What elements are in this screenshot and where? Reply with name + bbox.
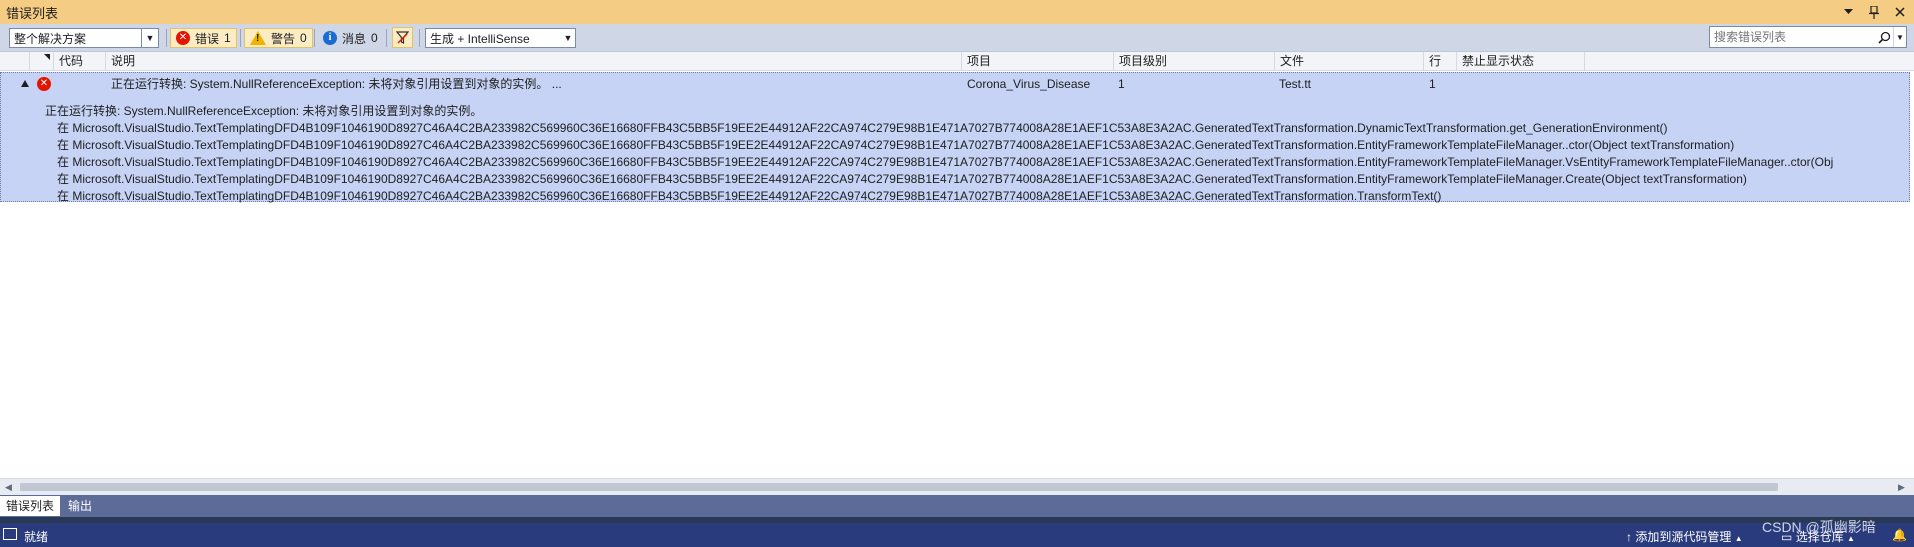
stack-trace-line: 在 Microsoft.VisualStudio.TextTemplatingD… xyxy=(57,172,1747,186)
messages-label: 消息 xyxy=(342,31,367,46)
add-to-source-control-button[interactable]: ↑ 添加到源代码管理 ▲ xyxy=(1626,528,1743,545)
toolbar-divider xyxy=(166,29,167,47)
watermark: CSDN @孤幽影暗 xyxy=(1762,519,1876,535)
column-header-file[interactable]: 文件 xyxy=(1275,52,1424,70)
error-detail: 正在运行转换: System.NullReferenceException: 未… xyxy=(45,103,1911,205)
column-header-suppression-state[interactable]: 禁止显示状态 xyxy=(1457,52,1585,70)
error-project: Corona_Virus_Disease xyxy=(967,77,1091,91)
error-description: 正在运行转换: System.NullReferenceException: 未… xyxy=(111,77,562,91)
scroll-right-icon[interactable]: ▶ xyxy=(1898,482,1905,493)
pin-icon[interactable] xyxy=(1866,4,1882,20)
error-file: Test.tt xyxy=(1279,77,1312,91)
errors-label: 错误 xyxy=(195,31,220,46)
search-icon[interactable] xyxy=(1875,31,1893,44)
build-source-value: 生成 + IntelliSense xyxy=(430,31,530,46)
filter-icon xyxy=(396,30,409,44)
up-arrow-icon: ↑ xyxy=(1626,530,1632,544)
stack-trace-line: 在 Microsoft.VisualStudio.TextTemplatingD… xyxy=(57,138,1735,152)
search-options-dropdown-icon[interactable]: ▼ xyxy=(1893,27,1906,47)
toolbar-divider xyxy=(419,29,420,47)
error-line: 1 xyxy=(1429,77,1436,91)
error-row[interactable]: ✕ 正在运行转换: System.NullReferenceException:… xyxy=(0,72,1911,205)
toolbar-divider xyxy=(240,29,241,47)
errors-filter-button[interactable]: ✕ 错误 1 xyxy=(170,28,237,48)
stack-trace-line: 在 Microsoft.VisualStudio.TextTemplatingD… xyxy=(57,155,1834,169)
search-box[interactable]: ▼ xyxy=(1709,26,1907,48)
scroll-left-icon[interactable]: ◀ xyxy=(5,482,12,493)
error-detail-header: 正在运行转换: System.NullReferenceException: 未… xyxy=(45,104,483,118)
scrollbar-thumb[interactable] xyxy=(20,483,1778,491)
tool-window-title-bar: 错误列表 xyxy=(0,0,1914,24)
tab-error-list[interactable]: 错误列表 xyxy=(0,496,61,516)
scope-value: 整个解决方案 xyxy=(14,31,87,46)
column-header-code[interactable]: 代码 xyxy=(54,52,106,70)
build-source-dropdown[interactable]: 生成 + IntelliSense ▼ xyxy=(425,28,576,48)
column-header-description[interactable]: 说明 xyxy=(106,52,962,70)
scope-dropdown[interactable]: 整个解决方案 ▼ xyxy=(9,28,159,48)
column-header-line[interactable]: 行 xyxy=(1424,52,1457,70)
error-list-grid: 代码 说明 项目 项目级别 文件 行 禁止显示状态 ✕ 正在运行转换: Syst… xyxy=(0,52,1914,495)
window-controls xyxy=(1840,0,1908,24)
error-icon: ✕ xyxy=(37,77,51,91)
toolbar-divider xyxy=(386,29,387,47)
messages-filter-button[interactable]: i 消息 0 xyxy=(318,28,383,48)
messages-count: 0 xyxy=(371,31,378,45)
column-header-sort-indicator[interactable] xyxy=(30,52,54,70)
chevron-down-icon[interactable]: ▼ xyxy=(561,33,575,43)
info-icon: i xyxy=(323,31,337,45)
column-header-project-rank[interactable]: 项目级别 xyxy=(1114,52,1275,70)
filter-button[interactable] xyxy=(392,27,413,48)
horizontal-scrollbar[interactable]: ◀ ▶ xyxy=(0,478,1914,495)
status-ready: 就绪 xyxy=(24,530,49,544)
error-icon: ✕ xyxy=(176,31,190,45)
error-project-rank: 1 xyxy=(1118,77,1125,91)
column-header-project[interactable]: 项目 xyxy=(962,52,1114,70)
column-header-row: 代码 说明 项目 项目级别 文件 行 禁止显示状态 xyxy=(0,52,1914,71)
sort-indicator-icon xyxy=(44,54,50,60)
close-icon[interactable] xyxy=(1892,4,1908,20)
chevron-down-icon[interactable]: ▼ xyxy=(141,29,158,47)
toolbar-divider xyxy=(314,29,315,47)
warnings-filter-button[interactable]: ! 警告 0 xyxy=(244,28,313,48)
errors-count: 1 xyxy=(224,31,231,45)
bottom-tab-strip: 错误列表 输出 xyxy=(0,495,1914,517)
stack-trace-line: 在 Microsoft.VisualStudio.TextTemplatingD… xyxy=(57,189,1442,203)
warning-icon: ! xyxy=(250,31,266,45)
status-bar: 就绪 ↑ 添加到源代码管理 ▲ ▭ 选择仓库 ▲ 🔔 xyxy=(0,523,1914,547)
chevron-up-icon: ▲ xyxy=(1734,534,1743,543)
tab-output[interactable]: 输出 xyxy=(62,496,99,516)
error-list-toolbar: 整个解决方案 ▼ ✕ 错误 1 ! 警告 0 i 消息 0 生成 + Intel… xyxy=(0,24,1914,52)
window-menu-dropdown-icon[interactable] xyxy=(1840,4,1856,20)
add-to-source-control-label: 添加到源代码管理 xyxy=(1635,530,1732,544)
column-header-icon[interactable] xyxy=(0,52,30,70)
collapse-arrow-icon[interactable] xyxy=(21,80,29,87)
search-input[interactable] xyxy=(1710,29,1875,45)
stack-trace-line: 在 Microsoft.VisualStudio.TextTemplatingD… xyxy=(57,121,1668,135)
status-message-icon xyxy=(3,528,17,540)
warnings-count: 0 xyxy=(300,31,307,45)
window-title: 错误列表 xyxy=(6,5,59,21)
notifications-icon[interactable]: 🔔 xyxy=(1892,528,1907,542)
warnings-label: 警告 xyxy=(271,31,296,46)
